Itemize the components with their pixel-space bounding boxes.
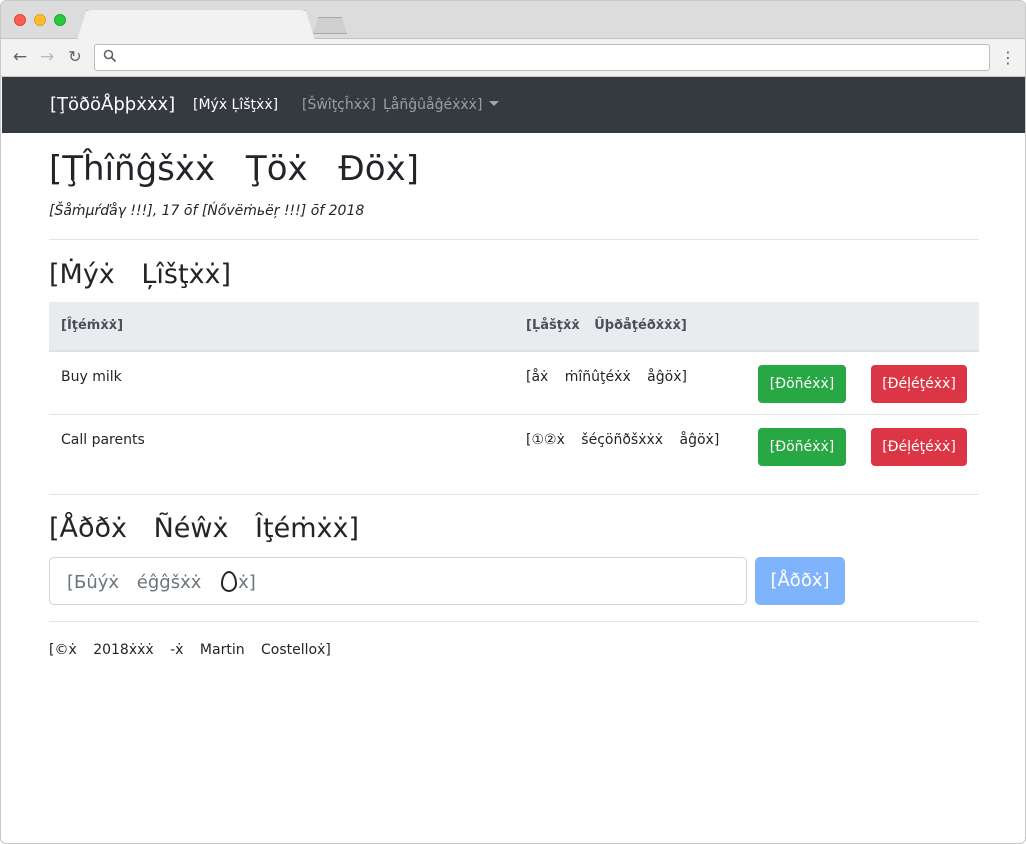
footer-text: [©ẋ 2018ẋẋẋ -ẋ Martin Costelloẋ] xyxy=(49,642,331,658)
egg-icon xyxy=(221,571,238,592)
browser-tab-active-fill xyxy=(77,10,315,40)
list-name[interactable]: Call parents xyxy=(61,432,145,448)
nav-my-lists[interactable]: [Ṁýẋ Ļîšţẋẋ] xyxy=(193,97,278,113)
delete-button[interactable]: [Ðéļéţéẋẋ] xyxy=(871,428,967,466)
divider xyxy=(49,239,979,240)
tab-strip xyxy=(1,1,1025,40)
column-header-last-updated: [Ļåšţẋẋ Ûþðåţéðẋẋẋ] xyxy=(526,318,687,333)
close-window-button[interactable] xyxy=(14,14,26,26)
column-header-item: [Îţéṁẋẋ] xyxy=(61,318,124,333)
table-row: Call parents [①②ẋ šéçöñðšẋẋẋ åĝöẋ] [Ðöñé… xyxy=(49,415,979,494)
new-tab-button[interactable] xyxy=(313,17,347,34)
nav-switch[interactable]: [Šŵîţçĥẋẋ] xyxy=(302,97,376,113)
maximize-window-button[interactable] xyxy=(54,14,66,26)
brand-link[interactable]: [ŢöðöÅþþẋẋẋ] xyxy=(50,94,175,115)
divider xyxy=(49,494,979,495)
placeholder-text-end: ẋ] xyxy=(238,572,256,593)
divider xyxy=(49,621,979,622)
caret-down-icon xyxy=(489,100,500,106)
new-item-input[interactable]: [Бûýẋ éĝĝšẋẋ ẋ] xyxy=(49,557,747,605)
nav-language-label: Ļåñĝûåĝéẋẋẋ] xyxy=(383,97,483,113)
browser-window: ← → ↻ ⋮ [ŢöðöÅþþẋẋẋ] [Ṁýẋ Ļîšţẋẋ] [Šŵîţç… xyxy=(0,0,1026,844)
delete-button[interactable]: [Ðéļéţéẋẋ] xyxy=(871,365,967,403)
app-navbar: [ŢöðöÅþþẋẋẋ] [Ṁýẋ Ļîšţẋẋ] [Šŵîţçĥẋẋ] Ļåñ… xyxy=(2,77,1025,133)
browser-toolbar: ← → ↻ ⋮ xyxy=(1,39,1025,77)
placeholder-text-start: [Бûýẋ éĝĝšẋẋ xyxy=(67,572,202,593)
nav-language-dropdown[interactable]: Ļåñĝûåĝéẋẋẋ] xyxy=(383,97,500,113)
page-title: [Ţĥîñĝšẋẋ Ţöẋ Ðöẋ] xyxy=(49,149,419,189)
my-lists-heading: [Ṁýẋ Ļîšţẋẋ] xyxy=(49,259,232,290)
add-button[interactable]: [Åððẋ] xyxy=(755,557,845,605)
done-button[interactable]: [Ðöñéẋẋ] xyxy=(758,365,846,403)
search-icon xyxy=(103,49,117,63)
reload-icon[interactable]: ↻ xyxy=(64,46,86,68)
table-header: [Îţéṁẋẋ] [Ļåšţẋẋ Ûþðåţéðẋẋẋ] xyxy=(49,302,979,352)
back-arrow-icon[interactable]: ← xyxy=(9,46,31,68)
list-last-updated: [①②ẋ šéçöñðšẋẋẋ åĝöẋ] xyxy=(526,432,720,448)
list-last-updated: [åẋ ṁîñûţéẋẋ åĝöẋ] xyxy=(526,369,687,385)
new-item-placeholder: [Бûýẋ éĝĝšẋẋ ẋ] xyxy=(67,571,256,593)
forward-arrow-icon[interactable]: → xyxy=(36,46,58,68)
address-bar[interactable] xyxy=(94,44,990,71)
date-line: [Šåṁµŕďåγ !!!], 17 ōf [Ńővëṁьëŗ !!!] ōf … xyxy=(49,203,365,219)
minimize-window-button[interactable] xyxy=(34,14,46,26)
done-button[interactable]: [Ðöñéẋẋ] xyxy=(758,428,846,466)
add-new-item-heading: [Åððẋ Ñéŵẋ Îţéṁẋẋ] xyxy=(49,513,360,544)
table-row: Buy milk [åẋ ṁîñûţéẋẋ åĝöẋ] [Ðöñéẋẋ] [Ðé… xyxy=(49,352,979,415)
list-name[interactable]: Buy milk xyxy=(61,369,122,385)
browser-menu-icon[interactable]: ⋮ xyxy=(999,47,1017,69)
